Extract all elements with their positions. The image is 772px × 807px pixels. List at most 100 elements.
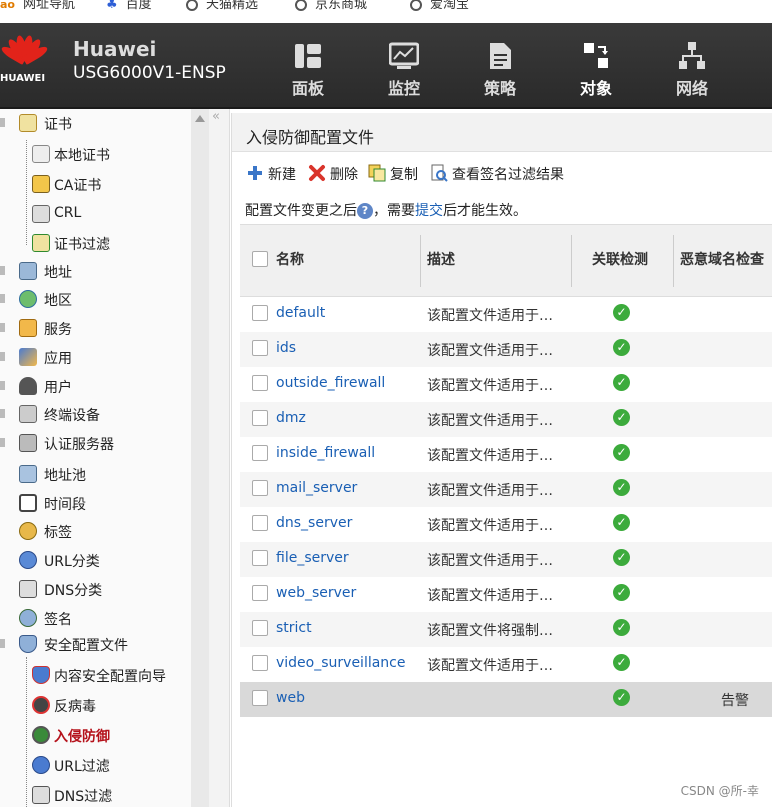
- check-icon: ✓: [613, 479, 630, 496]
- column-malicious-domain[interactable]: 恶意域名检查: [680, 225, 764, 296]
- check-icon: ✓: [613, 339, 630, 356]
- nav-network[interactable]: 网络: [657, 41, 727, 99]
- profile-name-link[interactable]: outside_firewall: [276, 375, 385, 391]
- help-icon[interactable]: ?: [357, 203, 373, 219]
- sidebar-item-auth-server[interactable]: 认证服务器: [0, 432, 191, 456]
- profile-name-link[interactable]: ids: [276, 340, 296, 356]
- profile-name-link[interactable]: video_surveillance: [276, 655, 406, 671]
- sidebar-collapse-bar[interactable]: «: [209, 109, 230, 807]
- row-checkbox[interactable]: [252, 550, 268, 566]
- sidebar-item-security-profile[interactable]: 安全配置文件: [0, 633, 191, 657]
- row-checkbox[interactable]: [252, 340, 268, 356]
- collapse-left-icon[interactable]: «: [212, 109, 220, 124]
- row-checkbox[interactable]: [252, 515, 268, 531]
- profile-name-link[interactable]: inside_firewall: [276, 445, 375, 461]
- profile-description: 该配置文件适用于…: [427, 483, 553, 499]
- globe-icon: [186, 0, 198, 11]
- dns-category-icon: [19, 580, 37, 598]
- table-row[interactable]: default 该配置文件适用于… ✓: [240, 297, 772, 332]
- profile-name-link[interactable]: file_server: [276, 550, 349, 566]
- bookmarks-bar: ao 网址导航 ♣ 百度 天猫精选 京东商城 爱淘宝: [0, 0, 772, 23]
- sidebar-item-signature[interactable]: 签名: [0, 607, 191, 631]
- sidebar-item-address-pool[interactable]: 地址池: [0, 463, 191, 487]
- sidebar-item-user[interactable]: 用户: [0, 375, 191, 399]
- profile-name-link[interactable]: strict: [276, 620, 312, 636]
- table-row[interactable]: strict 该配置文件将强制… ✓: [240, 612, 772, 647]
- sidebar-item-antivirus[interactable]: 反病毒: [0, 694, 191, 718]
- profile-name-link[interactable]: web_server: [276, 585, 356, 601]
- antivirus-icon: [32, 696, 50, 714]
- table-row[interactable]: dmz 该配置文件适用于… ✓: [240, 402, 772, 437]
- url-category-icon: [19, 551, 37, 569]
- sidebar-item-content-security-wizard[interactable]: 内容安全配置向导: [0, 664, 191, 688]
- row-checkbox[interactable]: [252, 445, 268, 461]
- table-row[interactable]: file_server 该配置文件适用于… ✓: [240, 542, 772, 577]
- sidebar-item-intrusion-prevention[interactable]: 入侵防御: [0, 724, 191, 748]
- sidebar-item-crl[interactable]: CRL: [0, 203, 191, 227]
- sidebar-scrollbar[interactable]: [191, 109, 209, 807]
- dashboard-icon: [293, 41, 323, 71]
- crl-icon: [32, 205, 50, 223]
- sidebar-item-tag[interactable]: 标签: [0, 520, 191, 544]
- table-row[interactable]: ids 该配置文件适用于… ✓: [240, 332, 772, 367]
- nav-object[interactable]: 对象: [561, 41, 631, 99]
- sidebar-item-region[interactable]: 地区: [0, 288, 191, 312]
- profile-name-link[interactable]: web: [276, 690, 305, 706]
- row-checkbox[interactable]: [252, 410, 268, 426]
- table-row[interactable]: web_server 该配置文件适用于… ✓: [240, 577, 772, 612]
- table-row[interactable]: outside_firewall 该配置文件适用于… ✓: [240, 367, 772, 402]
- sidebar-item-address[interactable]: 地址: [0, 260, 191, 284]
- profile-name-link[interactable]: dmz: [276, 410, 306, 426]
- profile-name-link[interactable]: default: [276, 305, 325, 321]
- table-row[interactable]: web ✓ 告警: [240, 682, 772, 717]
- row-checkbox[interactable]: [252, 620, 268, 636]
- check-icon: ✓: [613, 304, 630, 321]
- table-row[interactable]: video_surveillance 该配置文件适用于… ✓: [240, 647, 772, 682]
- submit-link[interactable]: 提交: [415, 203, 443, 219]
- sidebar-item-url-filter[interactable]: URL过滤: [0, 754, 191, 778]
- sidebar-item-time-range[interactable]: 时间段: [0, 492, 191, 516]
- profile-table: 名称 描述 关联检测 恶意域名检查 default 该配置文件适用于… ✓ ids 该配…: [240, 224, 772, 717]
- profile-description: 该配置文件适用于…: [427, 448, 553, 464]
- scroll-up-icon[interactable]: [195, 115, 205, 122]
- row-checkbox[interactable]: [252, 480, 268, 496]
- bookmark-tmall[interactable]: 天猫精选: [186, 0, 258, 13]
- sidebar-item-local-certificate[interactable]: 本地证书: [0, 143, 191, 167]
- bookmark-baidu[interactable]: ♣ 百度: [106, 0, 152, 13]
- table-row[interactable]: inside_firewall 该配置文件适用于… ✓: [240, 437, 772, 472]
- sidebar-item-ca-certificate[interactable]: CA证书: [0, 173, 191, 197]
- row-checkbox[interactable]: [252, 305, 268, 321]
- sidebar-item-certificate-filter[interactable]: 证书过滤: [0, 232, 191, 256]
- bookmark-jd[interactable]: 京东商城: [295, 0, 367, 13]
- table-row[interactable]: mail_server 该配置文件适用于… ✓: [240, 472, 772, 507]
- column-description[interactable]: 描述: [427, 225, 455, 296]
- profile-name-link[interactable]: dns_server: [276, 515, 352, 531]
- select-all-checkbox[interactable]: [252, 251, 268, 267]
- profile-name-link[interactable]: mail_server: [276, 480, 357, 496]
- sidebar-item-certificate[interactable]: 证书: [0, 112, 191, 136]
- sidebar-item-dns-category[interactable]: DNS分类: [0, 578, 191, 602]
- table-row[interactable]: dns_server 该配置文件适用于… ✓: [240, 507, 772, 542]
- sidebar-item-url-category[interactable]: URL分类: [0, 549, 191, 573]
- sidebar-item-service[interactable]: 服务: [0, 317, 191, 341]
- address-icon: [19, 262, 37, 280]
- column-linked-detection[interactable]: 关联检测: [592, 225, 648, 296]
- row-checkbox[interactable]: [252, 655, 268, 671]
- profile-description: 该配置文件适用于…: [427, 518, 553, 534]
- column-name[interactable]: 名称: [276, 225, 304, 296]
- row-checkbox[interactable]: [252, 690, 268, 706]
- row-checkbox[interactable]: [252, 375, 268, 391]
- bookmark-taobao[interactable]: 爱淘宝: [410, 0, 469, 13]
- application-icon: [19, 348, 37, 366]
- sidebar-item-application[interactable]: 应用: [0, 346, 191, 370]
- bookmark-web-nav[interactable]: ao 网址导航: [0, 0, 75, 13]
- sidebar-item-dns-filter[interactable]: DNS过滤: [0, 784, 191, 807]
- sidebar-item-terminal-device[interactable]: 终端设备: [0, 403, 191, 427]
- row-checkbox[interactable]: [252, 585, 268, 601]
- certificate-icon: [19, 114, 37, 132]
- certificate-filter-icon: [32, 234, 50, 252]
- auth-server-icon: [19, 434, 37, 452]
- nav-dashboard[interactable]: 面板: [273, 41, 343, 99]
- nav-monitor[interactable]: 监控: [369, 41, 439, 99]
- nav-policy[interactable]: 策略: [465, 41, 535, 99]
